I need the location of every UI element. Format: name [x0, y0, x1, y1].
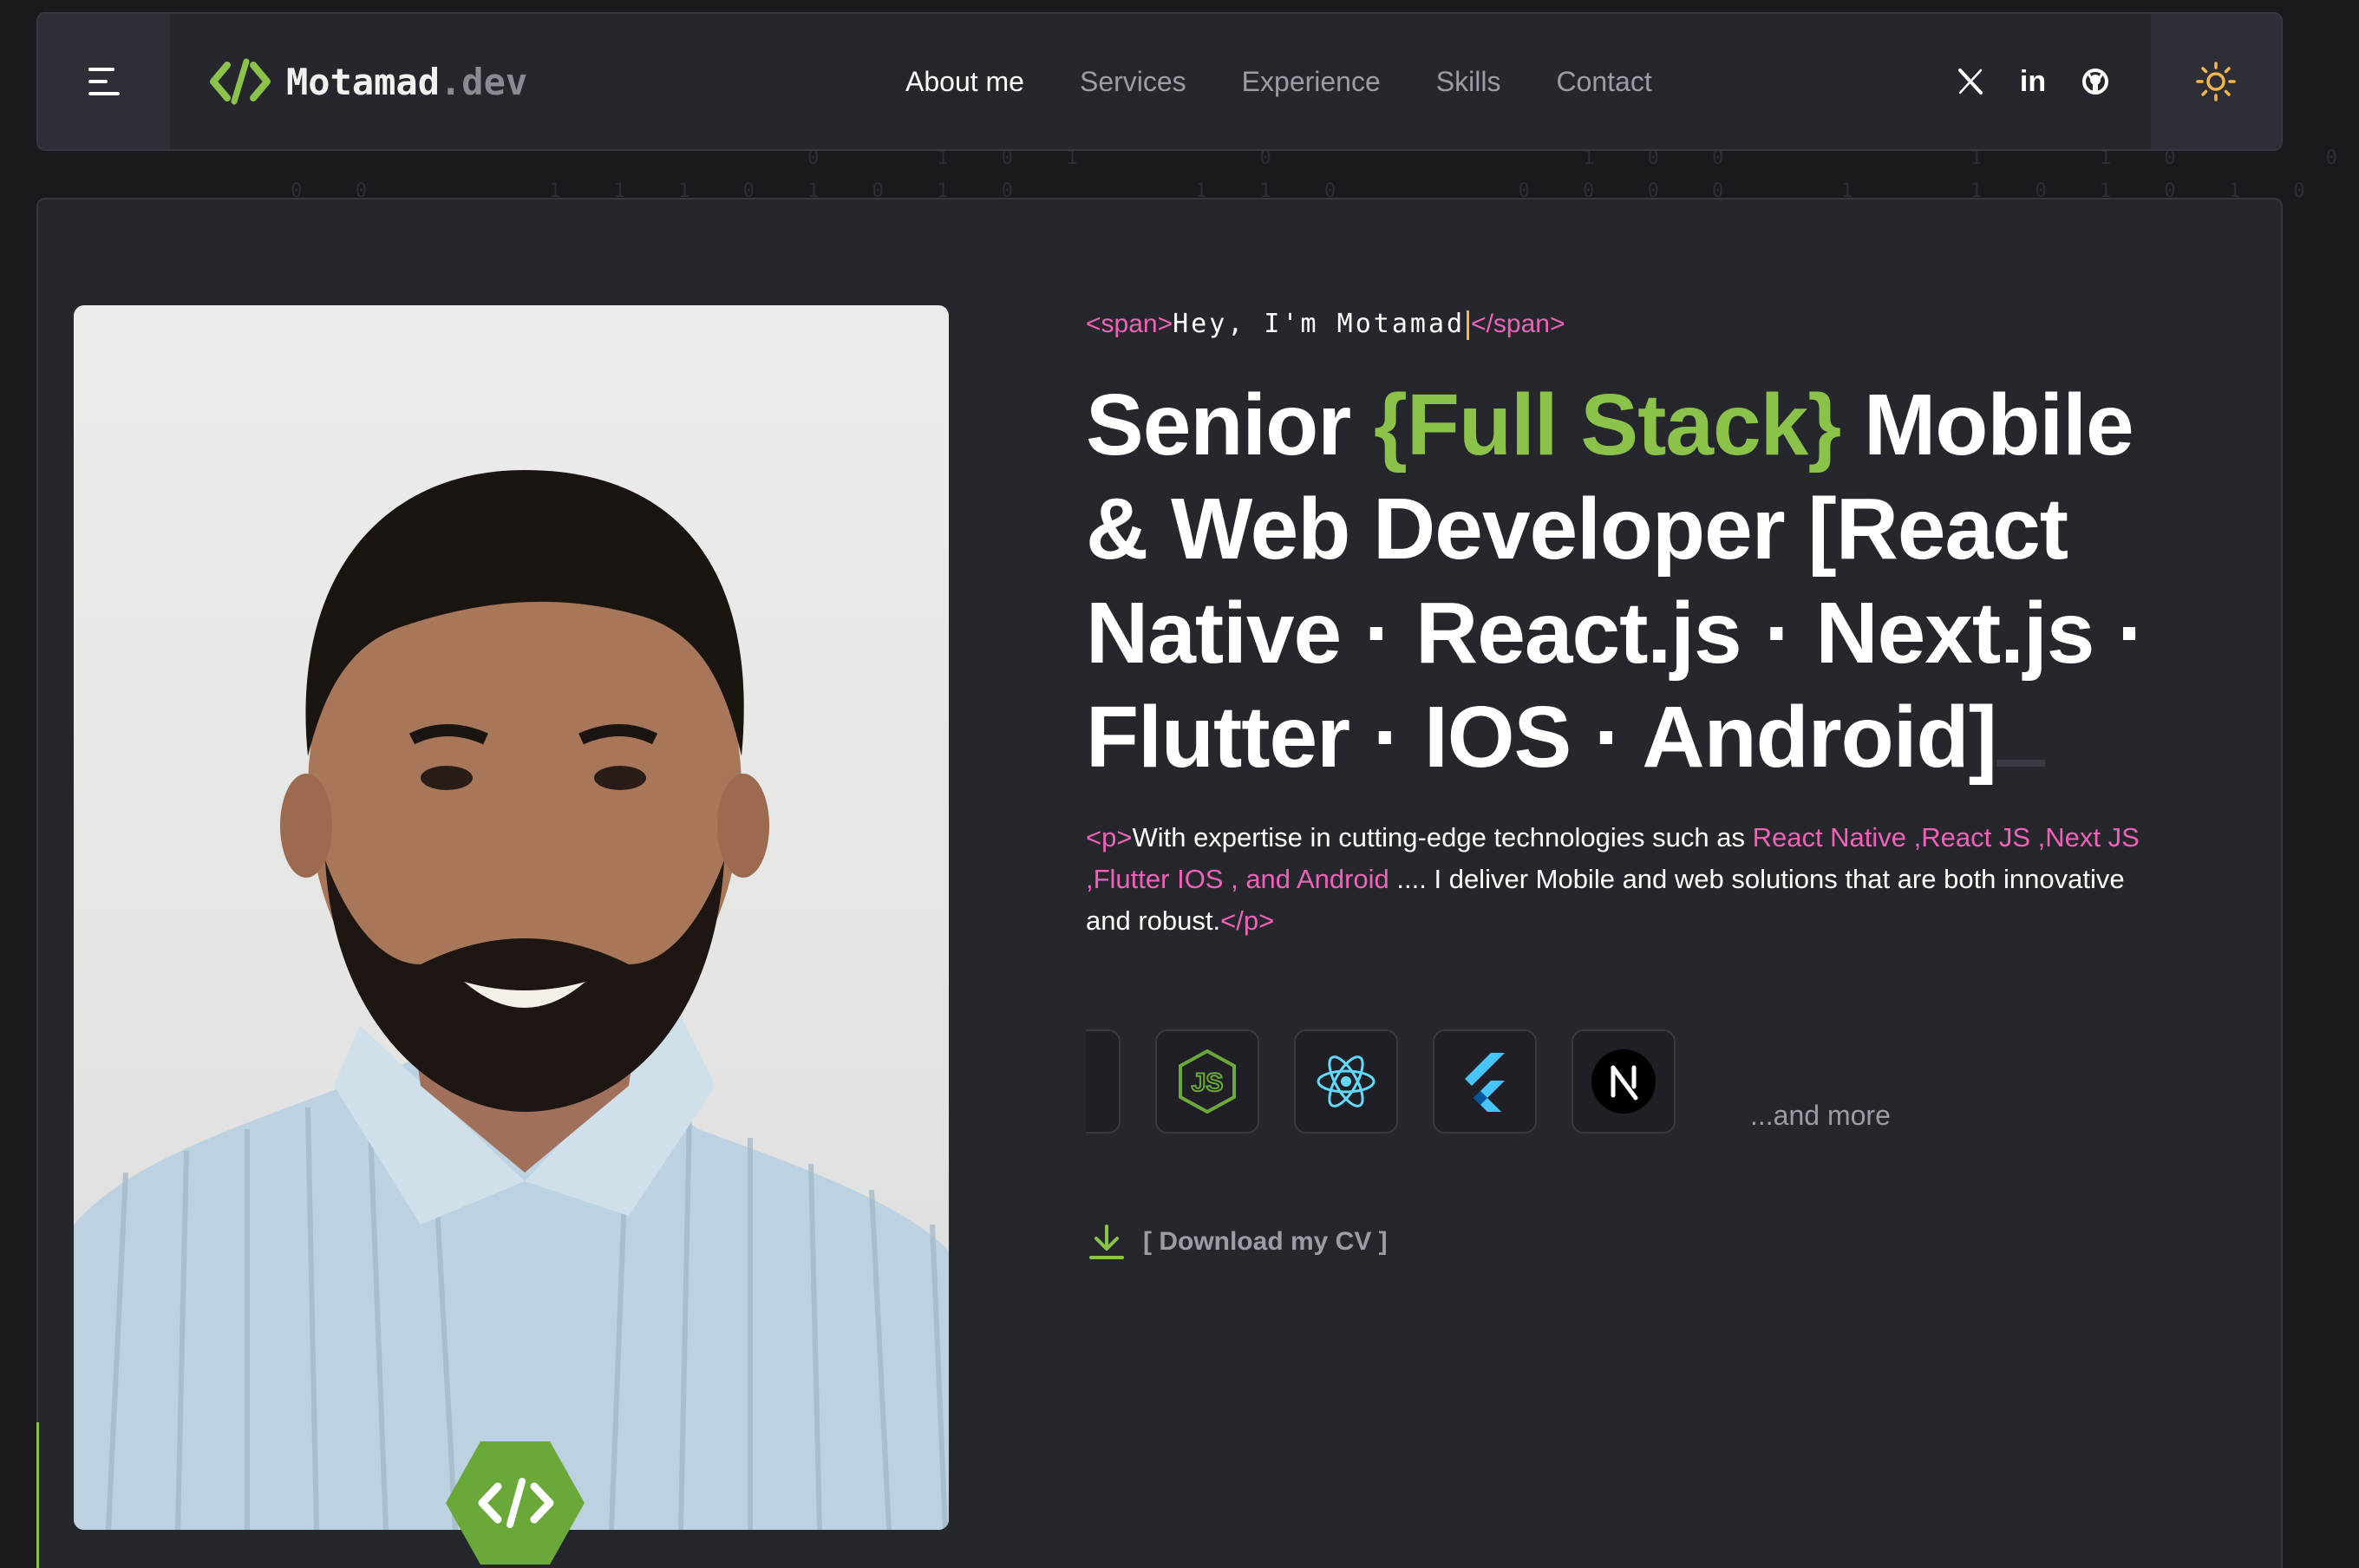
- main-nav: About me Services Experience Skills Cont…: [905, 14, 1652, 149]
- nav-link-services[interactable]: Services: [1080, 66, 1186, 98]
- nav-link-experience[interactable]: Experience: [1242, 66, 1381, 98]
- flutter-icon: [1465, 1053, 1505, 1112]
- react-icon: [1317, 1055, 1376, 1107]
- hero-description: <p>With expertise in cutting-edge techno…: [1086, 817, 2170, 942]
- linkedin-link[interactable]: in: [2017, 64, 2049, 98]
- brand-logo[interactable]: Motamad.dev: [208, 56, 527, 107]
- hamburger-menu-button[interactable]: [38, 14, 170, 149]
- hamburger-menu-icon: [88, 68, 120, 95]
- tech-tile-nextjs: [1572, 1029, 1676, 1134]
- typing-cursor: [1467, 310, 1470, 340]
- tech-tile-partial: [1086, 1029, 1121, 1134]
- linkedin-icon: in: [2019, 64, 2047, 98]
- headline-prefix: Senior: [1086, 376, 1374, 474]
- top-navbar: Motamad.dev About me Services Experience…: [36, 12, 2283, 151]
- tech-tile-react: [1294, 1029, 1398, 1134]
- nextjs-icon: [1591, 1049, 1656, 1114]
- tech-tile-nodejs: JS: [1155, 1029, 1259, 1134]
- headline-caret: [1996, 760, 2045, 767]
- greeting-text: Hey, I'm Motamad: [1173, 309, 1466, 339]
- brand-tld: .dev: [440, 60, 528, 103]
- github-icon: [2082, 69, 2108, 95]
- tech-tile-flutter: [1433, 1029, 1537, 1134]
- brand-name: Motamad: [286, 60, 441, 103]
- theme-toggle-button[interactable]: [2151, 14, 2281, 149]
- sun-icon: [2196, 62, 2236, 101]
- code-brackets-icon: [210, 58, 271, 105]
- profile-photo: [74, 305, 949, 1530]
- x-twitter-icon: [1958, 69, 1983, 95]
- headline-accent: {Full Stack}: [1373, 376, 1841, 474]
- close-span-tag: </span>: [1471, 310, 1565, 338]
- open-span-tag: <span>: [1086, 310, 1173, 338]
- desc-text-1: With expertise in cutting-edge technolog…: [1132, 822, 1753, 853]
- svg-text:JS: JS: [1192, 1068, 1224, 1097]
- intro-greeting: <span>Hey, I'm Motamad </span>: [1086, 309, 1565, 340]
- download-cv-button[interactable]: [ Download my CV ]: [1088, 1223, 1388, 1261]
- download-icon: [1089, 1225, 1124, 1259]
- code-brackets-icon: [446, 1441, 585, 1565]
- nav-link-contact[interactable]: Contact: [1556, 66, 1651, 98]
- hero-headline: Senior {Full Stack} Mobile & Web Develop…: [1086, 373, 2213, 789]
- code-badge-button[interactable]: [444, 1438, 586, 1568]
- github-link[interactable]: [2080, 66, 2111, 97]
- social-links: in: [1955, 14, 2111, 149]
- download-cv-label: [ Download my CV ]: [1143, 1227, 1388, 1256]
- x-twitter-link[interactable]: [1955, 66, 1986, 97]
- close-p-tag: </p>: [1220, 905, 1275, 936]
- nav-link-about-me[interactable]: About me: [905, 66, 1024, 98]
- and-more-label: ...and more: [1750, 1100, 1891, 1131]
- open-p-tag: <p>: [1086, 822, 1133, 853]
- nav-link-skills[interactable]: Skills: [1436, 66, 1501, 98]
- accent-line: [36, 1422, 39, 1568]
- nodejs-icon: JS: [1179, 1049, 1236, 1114]
